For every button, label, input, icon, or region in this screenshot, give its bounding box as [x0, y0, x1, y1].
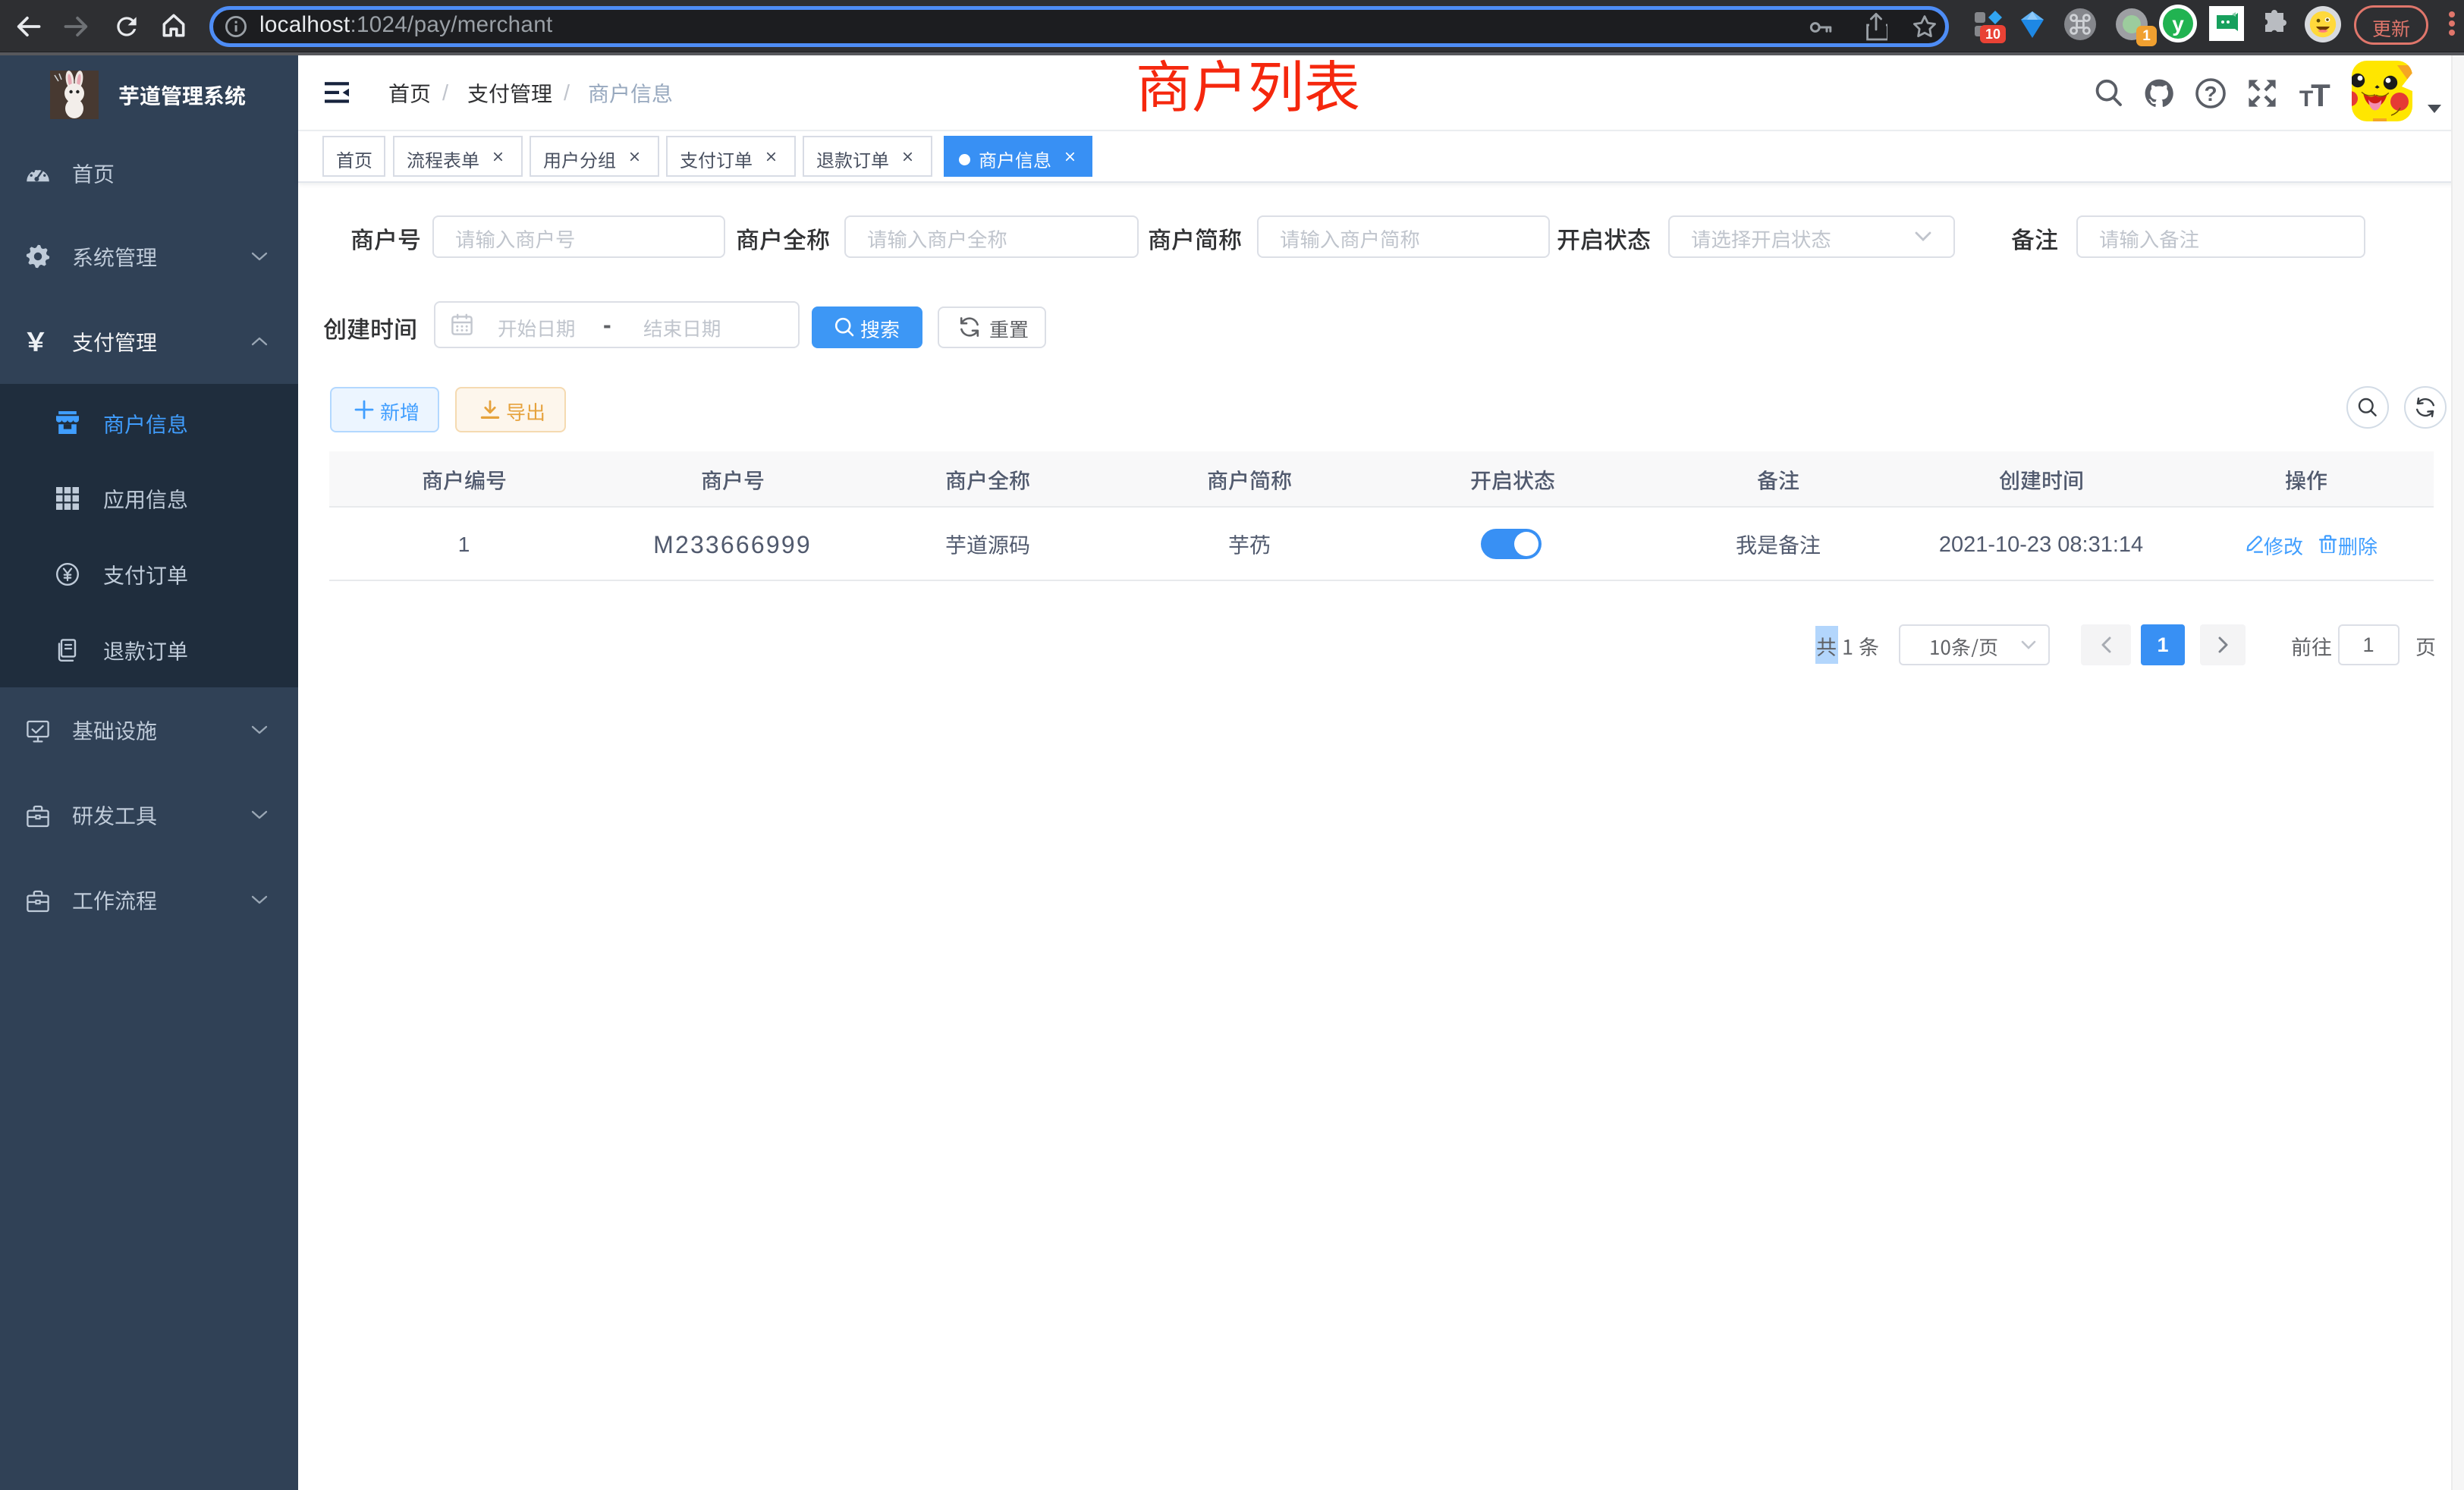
- svg-text:y: y: [2172, 12, 2184, 36]
- svg-text:T: T: [2311, 77, 2330, 109]
- svg-text:?: ?: [2204, 82, 2217, 105]
